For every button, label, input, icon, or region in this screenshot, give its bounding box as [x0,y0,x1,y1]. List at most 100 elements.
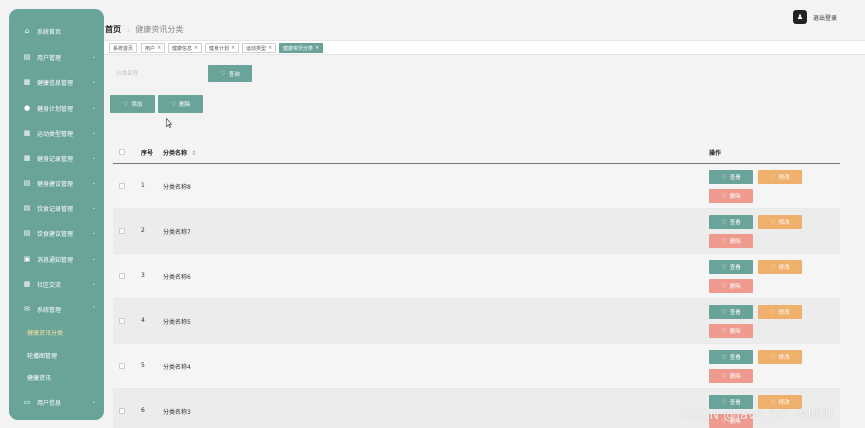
sidebar-subitem-label: 轮播图管理 [27,352,58,360]
row-delete-button[interactable]: ♡ 删除 [709,369,753,383]
breadcrumb-current: 健康资讯分类 [135,25,184,34]
sidebar-item-12[interactable]: ✉ 系统管理 ⌃ [9,298,104,320]
category-name-search-input[interactable] [110,65,204,82]
row-delete-button[interactable]: ♡ 删除 [709,234,753,248]
edit-button[interactable]: ♡ 修改 [758,305,802,319]
row-checkbox[interactable] [119,183,125,189]
list-icon: ▤ [23,204,31,212]
sidebar-item-1[interactable]: ⌂ 系统首页 [9,20,104,42]
batch-delete-button-label: 删除 [179,102,191,108]
sidebar-item-label: 饮食记录管理 [37,205,74,213]
row-delete-button[interactable]: ♡ 删除 [709,324,753,338]
edit-button-label: 修改 [778,175,790,181]
sidebar-item-4[interactable]: ● 健身计划管理 ⌄ [9,97,104,119]
breadcrumb: 首页 : 健康资讯分类 [105,24,183,35]
add-button-label: 添加 [131,102,143,108]
view-button[interactable]: ♡ 查看 [709,305,753,319]
row-checkbox[interactable] [119,228,125,234]
view-button[interactable]: ♡ 查看 [709,170,753,184]
row-checkbox[interactable] [119,363,125,369]
sidebar-item-10[interactable]: ▣ 消息通知管理 ⌄ [9,248,104,270]
sidebar-item-label: 用户管理 [37,54,62,62]
sidebar-item-label: 系统首页 [37,28,62,36]
edit-button[interactable]: ♡ 修改 [758,215,802,229]
close-icon[interactable]: × [268,45,272,51]
sidebar-item-label: 健康信息管理 [37,79,74,87]
select-all-checkbox[interactable] [119,149,125,155]
sidebar-item-9[interactable]: ▤ 饮食建议管理 ⌄ [9,222,104,244]
close-icon[interactable]: × [157,45,161,51]
chevron-down-icon: ⌄ [91,155,96,161]
sidebar-item-2[interactable]: ▤ 用户管理 ⌄ [9,46,104,68]
close-icon[interactable]: × [315,45,319,51]
row-delete-button[interactable]: ♡ 删除 [709,189,753,203]
query-button[interactable]: ♡ 查询 [208,65,252,82]
add-button[interactable]: ♡ 添加 [110,95,155,113]
heart-icon: ♡ [721,173,727,181]
view-button[interactable]: ♡ 查看 [709,260,753,274]
view-button[interactable]: ♡ 查看 [709,215,753,229]
sort-icon[interactable]: ⇕ [191,150,196,157]
tab-label: 系统首页 [113,45,134,52]
sidebar-item-7[interactable]: ▤ 健身建议管理 ⌄ [9,172,104,194]
table-header: 序号 分类名称 ⇕ 操作 [113,139,840,164]
user-avatar-icon: ♟ [793,10,807,24]
breadcrumb-separator: : [127,25,130,34]
close-icon[interactable]: × [194,45,198,51]
chevron-down-icon: ⌄ [91,105,96,111]
row-index: 3 [141,272,145,279]
view-button[interactable]: ♡ 查看 [709,350,753,364]
row-delete-button[interactable]: ♡ 删除 [709,279,753,293]
breadcrumb-home[interactable]: 首页 [105,24,121,35]
doc-icon: ▣ [23,255,31,263]
tab-3[interactable]: 健康信息 × [168,43,203,53]
table-row: 2 分类名称7 ♡ 查看 ♡ 修改 ♡ 删除 [113,209,840,254]
header-category-name[interactable]: 分类名称 ⇕ [163,148,196,157]
row-category-name: 分类名称7 [163,229,191,236]
sidebar-item-label: 健身记录管理 [37,155,74,163]
sidebar-item-3[interactable]: ▦ 健康信息管理 ⌄ [9,71,104,93]
table-row: 4 分类名称5 ♡ 查看 ♡ 修改 ♡ 删除 [113,299,840,344]
row-category-name: 分类名称5 [163,319,191,326]
heart-icon: ♡ [170,100,177,108]
tab-1[interactable]: 系统首页 [109,43,138,53]
edit-button[interactable]: ♡ 修改 [758,260,802,274]
sidebar-item-11[interactable]: ▦ 社区交流 ⌄ [9,273,104,295]
logout-button[interactable]: ♟ 退出登录 [793,10,837,24]
row-index: 1 [141,182,145,189]
header-category-name-label: 分类名称 [163,150,188,157]
chevron-down-icon: ⌄ [91,79,96,85]
tab-label: 用户 [145,45,156,52]
chevron-down-icon: ⌄ [91,54,96,60]
sidebar-item-user-info[interactable]: ▭ 用户信息 ⌄ [9,391,104,413]
sidebar-item-5[interactable]: ▦ 运动类型管理 ⌄ [9,122,104,144]
heart-icon: ♡ [122,100,129,108]
tab-6[interactable]: 健康资讯分类 × [279,43,324,53]
batch-delete-button[interactable]: ♡ 删除 [158,95,203,113]
id-card-icon: ▭ [23,398,31,406]
tab-2[interactable]: 用户 × [141,43,166,53]
heart-icon: ♡ [721,218,727,226]
tab-5[interactable]: 运动类型 × [242,43,277,53]
sidebar-item-label: 消息通知管理 [37,256,74,264]
heart-icon: ♡ [721,372,727,380]
close-icon[interactable]: × [231,45,235,51]
sidebar-subitem-2[interactable]: 轮播图管理 [9,346,104,364]
sidebar-item-label: 社区交流 [37,281,62,289]
sidebar-item-6[interactable]: ▦ 健身记录管理 ⌄ [9,147,104,169]
row-index: 6 [141,407,145,414]
chevron-down-icon: ⌄ [91,230,96,236]
edit-button[interactable]: ♡ 修改 [758,350,802,364]
heart-icon: ♡ [770,263,776,271]
sidebar-subitem-3[interactable]: 健康资讯 [9,368,104,386]
envelope-icon: ✉ [24,305,30,313]
sidebar-item-8[interactable]: ▤ 饮食记录管理 ⌄ [9,197,104,219]
tab-4[interactable]: 健身计划 × [205,43,240,53]
row-checkbox[interactable] [119,273,125,279]
sidebar-subitem-1[interactable]: 健康资讯分类 [9,323,104,341]
row-index: 4 [141,317,145,324]
heart-icon: ♡ [721,353,727,361]
edit-button[interactable]: ♡ 修改 [758,170,802,184]
row-checkbox[interactable] [119,318,125,324]
row-checkbox[interactable] [119,408,125,414]
